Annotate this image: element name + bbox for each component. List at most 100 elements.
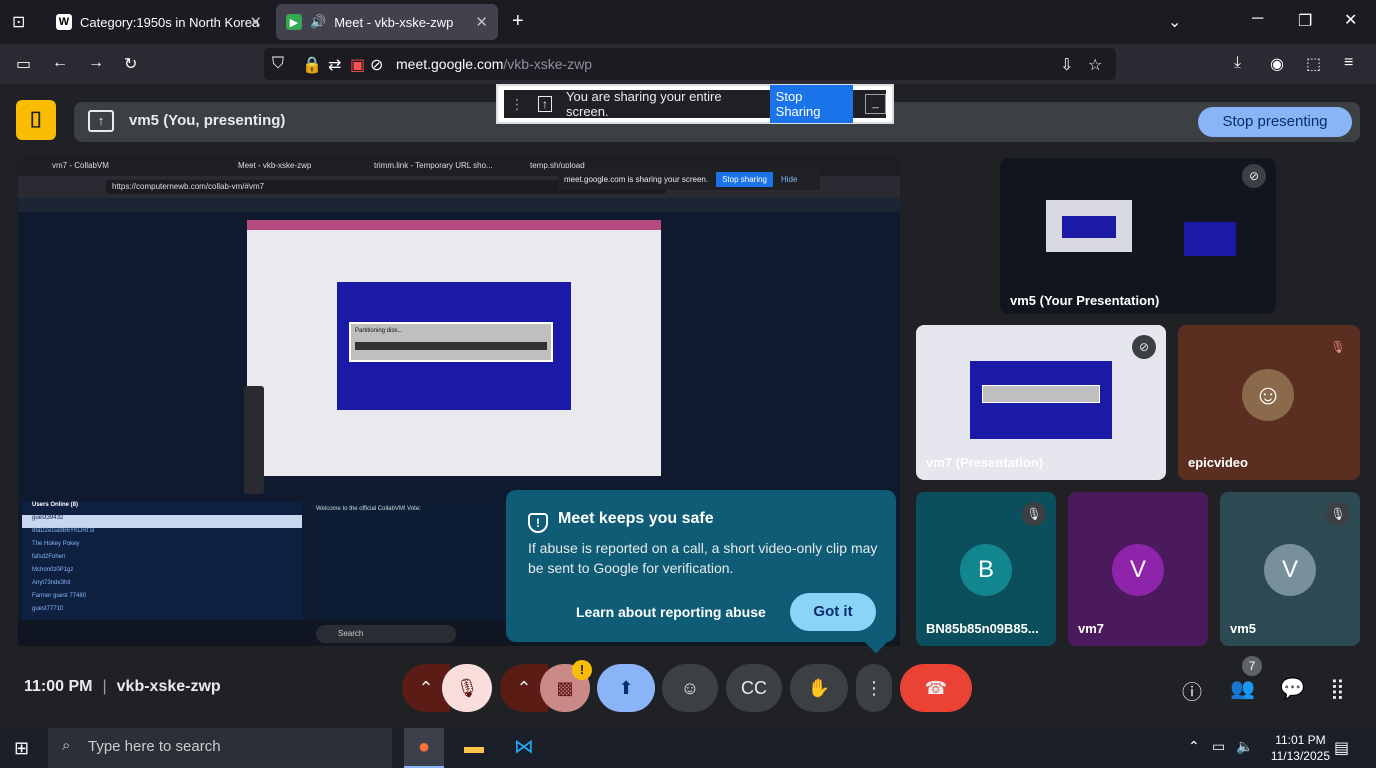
user-row: Farmer guest 77480 <box>32 593 87 599</box>
tile-bn85[interactable]: B 🎙 BN85b85n09B85... <box>916 492 1056 646</box>
more-options-button[interactable]: ⋮ <box>856 664 892 712</box>
user-row: guest39432 <box>22 515 302 528</box>
activities-icon[interactable]: ⣿ <box>1330 676 1345 701</box>
close-window-icon[interactable]: ✕ <box>1344 10 1357 30</box>
user-row: guest77710 <box>32 606 64 612</box>
windows-taskbar: ⊞ ⌕ Type here to search ● ▬ ⋈ ⌃ ▭ 🔈 11:0… <box>0 728 1376 768</box>
mic-off-icon: 🎙 <box>1022 502 1046 526</box>
url-bar[interactable]: ⛉ 🔒 ⇄ ▣ ⊘ meet.google.com/vkb-xske-zwp ⇩… <box>264 48 1116 80</box>
shared-side-toolbar <box>244 386 264 494</box>
bookmark-star-icon[interactable]: ☆ <box>1088 55 1102 75</box>
close-tab-icon[interactable]: ✕ <box>249 13 262 31</box>
stop-presenting-button[interactable]: Stop presenting <box>1198 107 1352 137</box>
notifications-icon[interactable]: ▤ <box>1334 738 1349 758</box>
tab-wikipedia[interactable]: W Category:1950s in North Korea ✕ <box>46 4 272 40</box>
shared-stop-sharing: Stop sharing <box>716 171 773 187</box>
downloads-icon[interactable]: ⤓ <box>1234 54 1241 72</box>
shared-tab: trimm.link - Temporary URL sho... <box>374 161 493 170</box>
stop-sharing-button[interactable]: Stop Sharing <box>769 85 854 123</box>
tile-name: vm5 (Your Presentation) <box>1010 293 1160 308</box>
mic-toggle-button[interactable]: 🎙 <box>442 664 492 712</box>
tab-label: Meet - vkb-xske-zwp <box>334 14 454 30</box>
camera-off-icon[interactable]: ⊘ <box>370 55 383 75</box>
shared-tab: Meet - vkb-xske-zwp <box>238 161 312 170</box>
menu-icon[interactable]: ≡ <box>1344 54 1353 72</box>
tab-list-icon[interactable]: ⊡ <box>12 12 25 32</box>
avatar: V <box>1264 544 1316 596</box>
back-icon[interactable]: ← <box>52 54 68 72</box>
close-tab-icon[interactable]: ✕ <box>475 13 488 31</box>
shared-search: Search <box>316 625 456 643</box>
speaker-icon: 🔊 <box>310 14 327 29</box>
shared-tab: vm7 - CollabVM <box>52 161 109 170</box>
chat-icon[interactable]: 💬 <box>1280 676 1305 701</box>
tile-vm7[interactable]: V vm7 <box>1068 492 1208 646</box>
leave-call-button[interactable]: ☎ <box>900 664 972 712</box>
sharing-text: You are sharing your entire screen. <box>566 89 722 119</box>
meeting-info: 11:00 PM | vkb-xske-zwp <box>24 678 221 695</box>
people-icon[interactable]: 👥 <box>1230 676 1255 701</box>
lock-icon: 🔒 <box>302 57 322 74</box>
tab-meet[interactable]: ▶ 🔊 Meet - vkb-xske-zwp ✕ <box>276 4 498 40</box>
meeting-details-icon[interactable]: ⓘ <box>1182 676 1202 705</box>
user-row: 8faD2eGa9B6YKDRf.sl <box>32 528 95 534</box>
tile-vm5-presentation[interactable]: ⊘ vm5 (Your Presentation) <box>1000 158 1276 314</box>
extensions-icon[interactable]: ⬚ <box>1306 54 1321 74</box>
shield-icon: ! <box>528 513 548 533</box>
user-row: fafsd2Fohen <box>32 554 66 560</box>
taskbar-date: 11/13/2025 <box>1270 749 1330 763</box>
tile-name: epicvideo <box>1188 455 1248 470</box>
present-button[interactable]: ⬆ <box>597 664 655 712</box>
minimize-bar-icon[interactable]: _ <box>865 94 886 114</box>
shared-share-text: meet.google.com is sharing your screen. <box>564 174 709 184</box>
reactions-button[interactable]: ☺ <box>662 664 718 712</box>
camera-off-icon: ⊘ <box>1242 164 1266 188</box>
forward-icon[interactable]: → <box>88 54 104 72</box>
shared-vm-window: Partitioning disk... <box>247 220 661 476</box>
vm-window-title <box>247 220 661 230</box>
file-explorer-taskbar-icon[interactable]: ▬ <box>454 728 494 768</box>
learn-reporting-link[interactable]: Learn about reporting abuse <box>576 604 766 620</box>
minimize-icon[interactable]: ─ <box>1252 10 1263 28</box>
mic-off-icon: 🎙 <box>1330 340 1346 354</box>
captions-button[interactable]: CC <box>726 664 782 712</box>
tray-chevron-icon[interactable]: ⌃ <box>1188 738 1200 755</box>
participant-video: ☺ <box>1242 369 1294 421</box>
shared-share-notice: meet.google.com is sharing your screen. … <box>558 168 820 190</box>
tile-name: vm5 <box>1230 621 1257 636</box>
install-app-icon[interactable]: ⇩ <box>1060 55 1073 75</box>
reload-icon[interactable]: ↻ <box>124 54 137 74</box>
tile-vm7-presentation[interactable]: ⊘ vm7 (Presentation) <box>916 325 1166 480</box>
volume-icon[interactable]: 🔈 <box>1236 738 1253 755</box>
taskbar-clock[interactable]: 11:01 PM 11/13/2025 <box>1271 732 1330 764</box>
taskbar-search-input[interactable]: ⌕ Type here to search <box>48 728 392 768</box>
tile-epicvideo[interactable]: ☺ 🎙 epicvideo <box>1178 325 1360 480</box>
new-tab-icon[interactable]: + <box>512 10 524 33</box>
avatar: B <box>960 544 1012 596</box>
meeting-time: 11:00 PM <box>24 678 93 695</box>
sidebar-icon[interactable]: ▭ <box>16 54 31 74</box>
maximize-icon[interactable]: ❐ <box>1298 11 1312 31</box>
tile-vm5[interactable]: V 🎙 vm5 <box>1220 492 1360 646</box>
screen-share-indicator-icon[interactable]: ▣ <box>350 55 365 75</box>
shared-hide: Hide <box>781 174 798 184</box>
firefox-taskbar-icon[interactable]: ● <box>404 728 444 768</box>
permissions-icon[interactable]: ⇄ <box>328 55 341 75</box>
taskbar-time: 11:01 PM <box>1275 733 1326 747</box>
network-icon[interactable]: ▭ <box>1212 738 1225 755</box>
account-icon[interactable]: ◉ <box>1270 54 1284 74</box>
raise-hand-button[interactable]: ✋ <box>790 664 848 712</box>
drag-handle-icon[interactable]: ⋮ <box>510 96 524 113</box>
vm-dialog-title: Partitioning disk... <box>355 328 403 334</box>
windows-start-icon[interactable]: ⊞ <box>14 738 29 759</box>
screen-sharing-bar: ⋮ ↑ You are sharing your entire screen. … <box>496 84 894 124</box>
vm-dialog: Partitioning disk... <box>349 322 553 362</box>
tile-name: vm7 (Presentation) <box>926 455 1044 470</box>
tab-overflow-chevron-icon[interactable]: ⌄ <box>1168 12 1181 32</box>
presenting-label: vm5 (You, presenting) <box>129 112 286 129</box>
got-it-button[interactable]: Got it <box>790 593 876 631</box>
users-header: Users Online (8) <box>32 502 79 508</box>
vscode-taskbar-icon[interactable]: ⋈ <box>504 728 544 768</box>
presentation-thumbnail <box>970 361 1112 439</box>
tile-name: BN85b85n09B85... <box>926 621 1039 636</box>
